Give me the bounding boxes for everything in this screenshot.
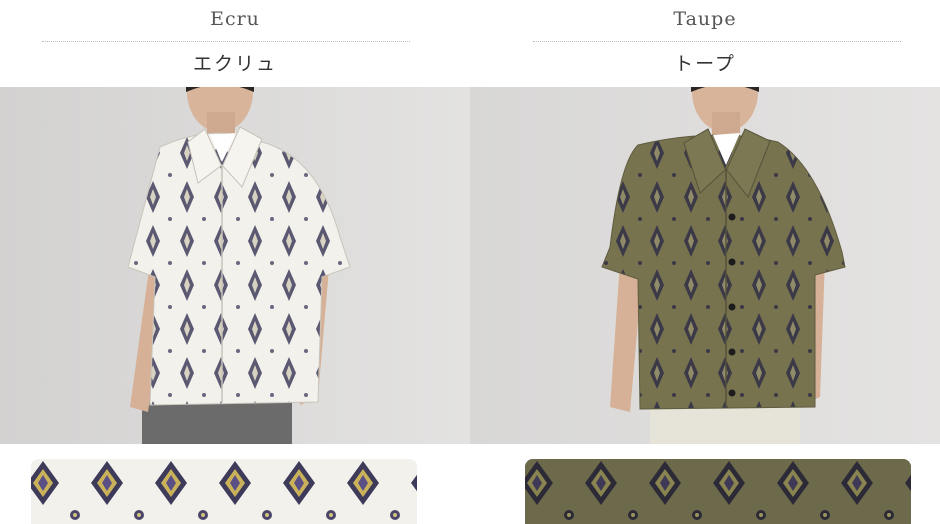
model-photo-taupe[interactable] — [470, 87, 940, 444]
color-variant-ecru[interactable]: Ecru エクリュ — [0, 0, 470, 524]
color-variant-taupe[interactable]: Taupe トープ — [470, 0, 940, 524]
color-variants: Ecru エクリュ Taupe トープ — [0, 0, 940, 524]
dotted-divider — [42, 41, 410, 42]
color-name-jp: エクリュ — [192, 53, 277, 75]
color-name-en: Taupe — [673, 8, 737, 30]
variant-header: Taupe トープ — [470, 0, 940, 87]
fabric-swatch-taupe[interactable] — [525, 459, 911, 524]
fabric-swatch-ecru[interactable] — [31, 459, 417, 524]
dotted-divider — [533, 41, 901, 42]
color-name-jp: トープ — [674, 53, 736, 75]
color-name-en: Ecru — [210, 8, 260, 30]
variant-header: Ecru エクリュ — [0, 0, 470, 87]
model-photo-ecru[interactable] — [0, 87, 470, 444]
